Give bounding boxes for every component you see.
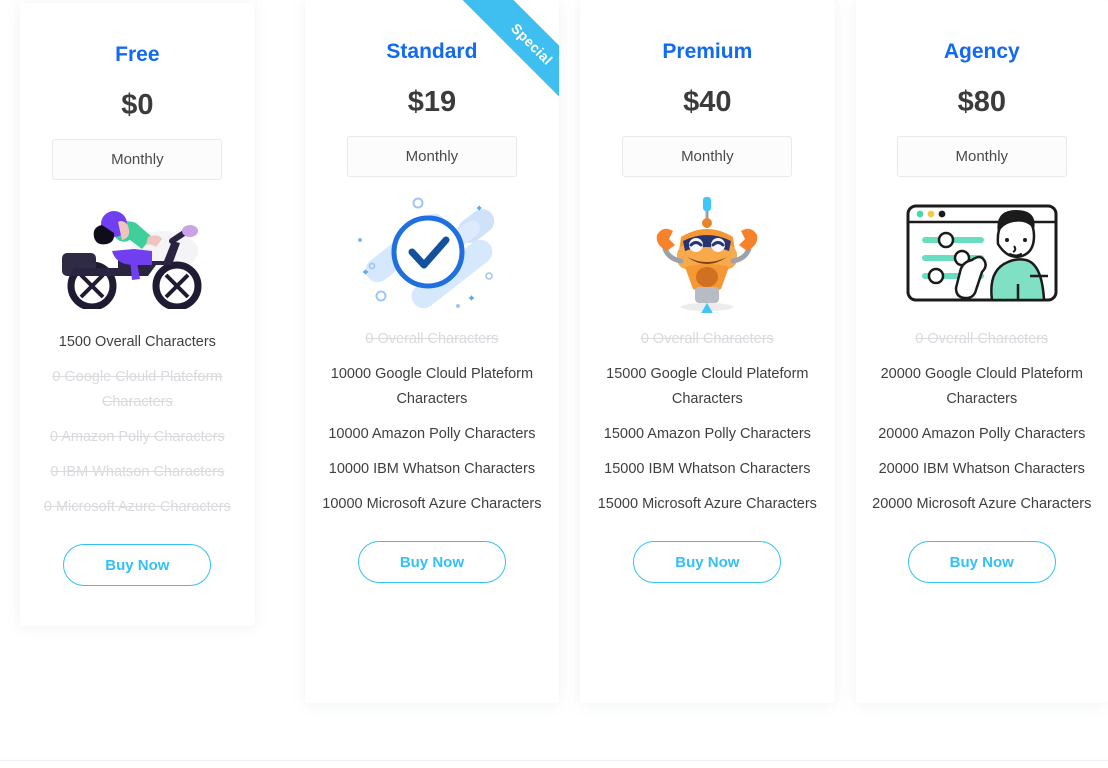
check-circle-illustration — [342, 197, 522, 309]
plan-name: Premium — [662, 40, 753, 63]
feature-item: 20000 Amazon Polly Characters — [878, 426, 1086, 442]
feature-item: 20000 Microsoft Azure Characters — [872, 496, 1092, 512]
buy-now-button[interactable]: Buy Now — [63, 544, 212, 586]
buy-now-button[interactable]: Buy Now — [357, 541, 506, 583]
robot-illustration — [617, 197, 797, 313]
feature-item: 15000 IBM Whatson Characters — [604, 461, 811, 477]
pricing-plans-container: Free $0 Monthly 1500 Overall Characters … — [0, 0, 1108, 710]
feature-item: 10000 Amazon Polly Characters — [328, 426, 536, 442]
feature-item: 10000 IBM Whatson Characters — [328, 461, 536, 477]
pricing-card-premium: Premium $40 Monthly 0 Overall Characters… — [580, 0, 835, 703]
feature-item: 20000 IBM Whatson Characters — [878, 461, 1085, 477]
plan-price: $40 — [683, 86, 732, 118]
billing-period-selector[interactable]: Monthly — [52, 139, 223, 180]
plan-price: $19 — [407, 86, 457, 118]
billing-period-selector[interactable]: Monthly — [896, 136, 1067, 177]
feature-list: 0 Overall Characters 20000 Google Clould… — [856, 327, 1108, 527]
page-bottom-divider — [0, 760, 1108, 761]
feature-item: 15000 Microsoft Azure Characters — [597, 496, 817, 512]
feature-list: 0 Overall Characters 10000 Google Clould… — [305, 327, 559, 527]
feature-item: 0 Overall Characters — [640, 331, 774, 347]
buy-now-button[interactable]: Buy Now — [633, 541, 782, 583]
plan-name: Free — [115, 43, 160, 66]
special-ribbon-label: Special — [508, 20, 557, 68]
pricing-card-agency: Agency $80 Monthly 0 Overall Characters … — [855, 0, 1108, 703]
feature-item: 10000 Microsoft Azure Characters — [322, 496, 542, 512]
feature-item: 0 IBM Whatson Characters — [50, 464, 225, 480]
feature-item: 15000 Amazon Polly Characters — [603, 426, 811, 442]
feature-item: 0 Overall Characters — [915, 331, 1049, 347]
plan-price: $0 — [121, 89, 154, 121]
pricing-card-free: Free $0 Monthly 1500 Overall Characters … — [20, 3, 255, 626]
feature-item: 0 Microsoft Azure Characters — [43, 499, 231, 515]
cta-container: Buy Now — [305, 541, 559, 583]
person-settings-window-illustration — [892, 199, 1072, 307]
pricing-card-standard: Special Standard $19 Monthly 0 Overall C… — [304, 0, 560, 703]
feature-list: 1500 Overall Characters 0 Google Clould … — [20, 330, 255, 530]
feature-item: 0 Overall Characters — [365, 331, 499, 347]
feature-item: 10000 Google Clould Plateform Characters — [330, 366, 534, 407]
feature-item: 1500 Overall Characters — [58, 334, 216, 350]
feature-item: 0 Amazon Polly Characters — [49, 429, 225, 445]
plan-price: $80 — [957, 86, 1006, 118]
feature-item: 15000 Google Clould Plateform Characters — [606, 366, 809, 407]
plan-name: Agency — [943, 40, 1020, 63]
cta-container: Buy Now — [20, 544, 255, 586]
feature-item: 20000 Google Clould Plateform Characters — [880, 366, 1083, 407]
scooter-rider-illustration — [47, 202, 227, 310]
cta-container: Buy Now — [580, 541, 834, 583]
feature-list: 0 Overall Characters 15000 Google Clould… — [580, 327, 834, 527]
billing-period-selector[interactable]: Monthly — [622, 136, 793, 177]
billing-period-selector[interactable]: Monthly — [346, 136, 517, 177]
feature-item: 0 Google Clould Plateform Characters — [52, 369, 223, 410]
plan-name: Standard — [386, 40, 478, 63]
cta-container: Buy Now — [856, 541, 1108, 583]
buy-now-button[interactable]: Buy Now — [907, 541, 1056, 583]
